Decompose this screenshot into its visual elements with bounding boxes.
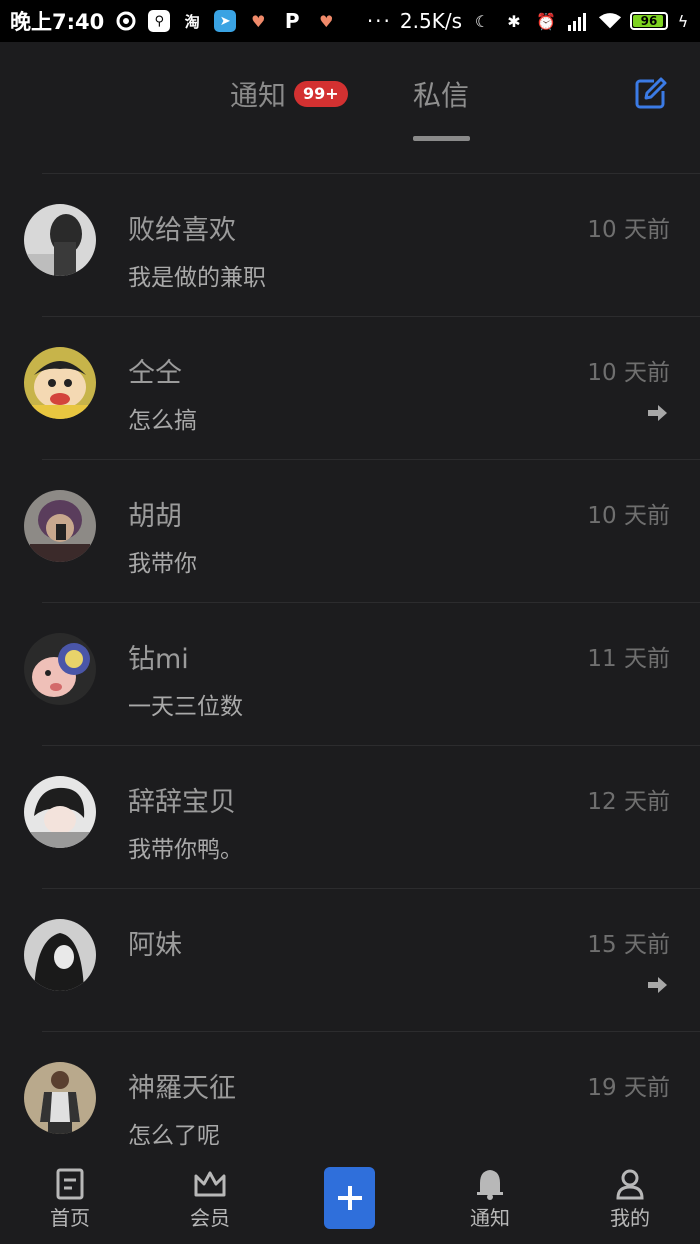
avatar[interactable] bbox=[24, 919, 96, 991]
last-message: 一天三位数 bbox=[128, 694, 243, 720]
conversation-row[interactable]: 神羅天征 怎么了呢 19 天前 bbox=[24, 1031, 700, 1174]
conversation-row[interactable]: 钻mi 一天三位数 11 天前 bbox=[24, 602, 700, 745]
message-time: 10 天前 bbox=[587, 217, 670, 243]
signal-icon bbox=[566, 9, 590, 33]
more-icon: ··· bbox=[366, 9, 392, 33]
nav-notifications-label: 通知 bbox=[470, 1206, 510, 1230]
bottom-navigation: 首页 会员 通知 我的 bbox=[0, 1156, 700, 1244]
battery-icon: 96 bbox=[630, 12, 668, 30]
message-time: 12 天前 bbox=[587, 789, 670, 815]
last-message: 我是做的兼职 bbox=[128, 265, 266, 291]
contact-name: 神羅天征 bbox=[128, 1073, 236, 1104]
avatar[interactable] bbox=[24, 204, 96, 276]
network-speed: 2.5K/s bbox=[399, 9, 462, 33]
nav-home-label: 首页 bbox=[50, 1206, 90, 1230]
contact-name: 辞辞宝贝 bbox=[128, 787, 236, 818]
taobao-icon: 淘 bbox=[184, 12, 200, 31]
last-message: 怎么搞 bbox=[128, 408, 197, 434]
conversation-row[interactable]: 败给喜欢 我是做的兼职 10 天前 bbox=[24, 173, 700, 316]
nav-home[interactable]: 首页 bbox=[30, 1168, 110, 1231]
message-time: 10 天前 bbox=[587, 360, 670, 386]
heart-icon: ♥ bbox=[319, 11, 334, 31]
telegram-icon: ➤ bbox=[214, 10, 237, 32]
nav-membership-label: 会员 bbox=[190, 1206, 230, 1230]
usb-icon: ⚲ bbox=[148, 10, 171, 32]
contact-name: 胡胡 bbox=[128, 501, 182, 532]
tab-direct-messages[interactable]: 私信 bbox=[413, 74, 469, 114]
conversation-row[interactable]: 阿妹 15 天前 bbox=[24, 888, 700, 1031]
plus-icon bbox=[337, 1186, 362, 1210]
conversation-list: 败给喜欢 我是做的兼职 10 天前 仝仝 怎么搞 10 天前 胡胡 我带你 10… bbox=[0, 173, 700, 1174]
wifi-icon bbox=[598, 9, 622, 33]
notification-count-badge: 99+ bbox=[294, 81, 348, 107]
status-time: 晚上7:40 bbox=[10, 10, 105, 34]
forward-icon bbox=[648, 977, 667, 993]
user-icon bbox=[616, 1169, 644, 1200]
message-time: 15 天前 bbox=[587, 932, 670, 958]
message-time: 11 天前 bbox=[587, 646, 670, 672]
tab-notifications-label: 通知 bbox=[230, 79, 287, 112]
tab-notifications[interactable]: 通知 99+ bbox=[230, 74, 348, 114]
contact-name: 仝仝 bbox=[128, 358, 182, 389]
edit-icon[interactable] bbox=[634, 76, 668, 110]
nav-profile[interactable]: 我的 bbox=[590, 1168, 670, 1231]
heart-icon: ♥ bbox=[251, 11, 266, 31]
active-tab-indicator bbox=[413, 136, 470, 141]
create-post-button[interactable] bbox=[324, 1167, 375, 1229]
conversation-row[interactable]: 胡胡 我带你 10 天前 bbox=[24, 459, 700, 602]
conversation-row[interactable]: 仝仝 怎么搞 10 天前 bbox=[24, 316, 700, 459]
contact-name: 败给喜欢 bbox=[128, 215, 236, 246]
contact-name: 阿妹 bbox=[128, 930, 182, 961]
tab-direct-messages-label: 私信 bbox=[413, 79, 470, 112]
message-time: 10 天前 bbox=[587, 503, 670, 529]
nav-profile-label: 我的 bbox=[610, 1206, 650, 1230]
forward-icon bbox=[648, 405, 667, 421]
charging-icon: ϟ bbox=[677, 11, 689, 31]
crown-icon bbox=[194, 1171, 226, 1197]
message-time: 19 天前 bbox=[587, 1075, 670, 1101]
nav-notifications[interactable]: 通知 bbox=[450, 1168, 530, 1231]
avatar[interactable] bbox=[24, 347, 96, 419]
moon-icon: ☾ bbox=[474, 11, 490, 31]
sync-icon bbox=[114, 9, 138, 33]
conversation-row[interactable]: 辞辞宝贝 我带你鸭。 12 天前 bbox=[24, 745, 700, 888]
status-bar: 晚上7:40 ⚲ 淘 ➤ ♥ P ♥ ··· 2.5K/s ☾ ✱ ⏰ 96 ϟ bbox=[0, 0, 700, 42]
nav-membership[interactable]: 会员 bbox=[170, 1168, 250, 1231]
message-tabs: 通知 99+ 私信 bbox=[0, 42, 700, 152]
last-message: 怎么了呢 bbox=[128, 1123, 220, 1149]
last-message: 我带你鸭。 bbox=[128, 837, 243, 863]
bluetooth-icon: ✱ bbox=[507, 11, 521, 31]
battery-level: 96 bbox=[640, 14, 658, 28]
bell-icon bbox=[477, 1170, 503, 1200]
avatar[interactable] bbox=[24, 490, 96, 562]
avatar[interactable] bbox=[24, 1062, 96, 1134]
avatar[interactable] bbox=[24, 776, 96, 848]
last-message: 我带你 bbox=[128, 551, 197, 577]
home-icon bbox=[56, 1168, 84, 1200]
avatar[interactable] bbox=[24, 633, 96, 705]
contact-name: 钻mi bbox=[128, 644, 189, 675]
alarm-icon: ⏰ bbox=[536, 11, 556, 31]
p-icon: P bbox=[284, 9, 300, 33]
